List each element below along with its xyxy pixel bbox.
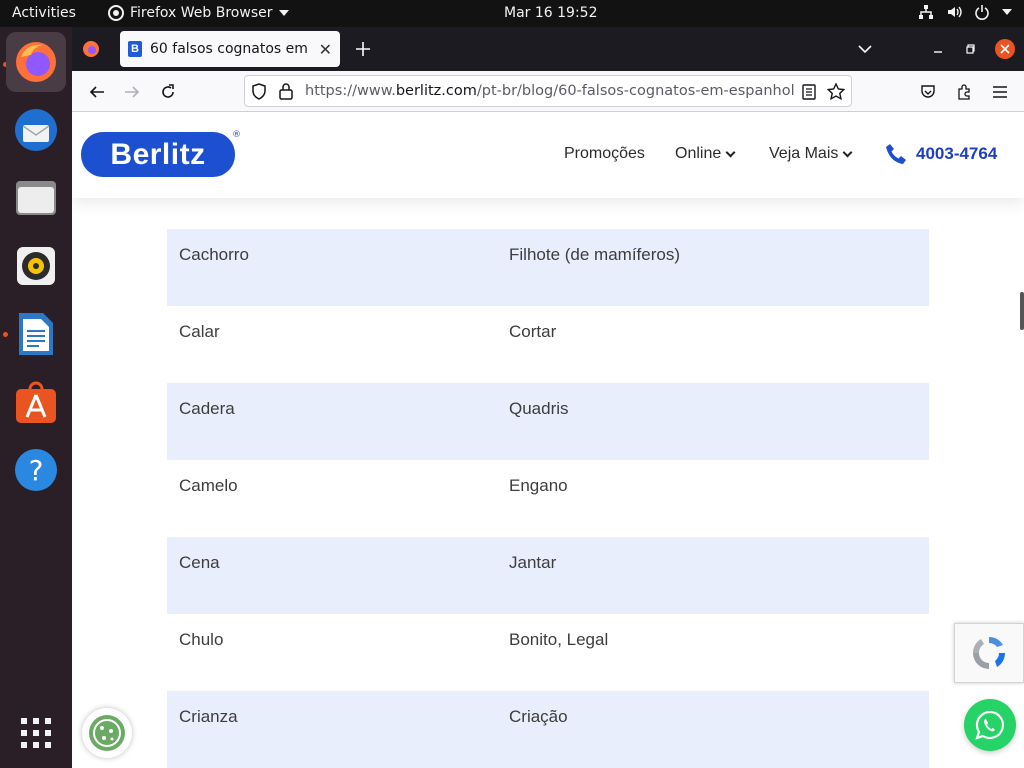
app-menu[interactable]: Firefox Web Browser — [108, 5, 289, 21]
nav-online[interactable]: Online — [675, 145, 736, 163]
clock[interactable]: Mar 16 19:52 — [504, 5, 597, 21]
spanish-cell: Cena — [179, 553, 220, 572]
portuguese-cell: Criação — [509, 707, 568, 726]
spanish-cell: Cachorro — [179, 245, 249, 264]
network-icon — [919, 5, 933, 19]
url-bar[interactable]: https://www. berlitz.com/pt-br/blog/60-fa… — [244, 75, 852, 107]
firefox-view-icon[interactable] — [78, 36, 104, 62]
minimize-icon[interactable] — [925, 36, 951, 62]
app-menu-label: Firefox Web Browser — [130, 5, 273, 21]
site-header: Berlitz ® Promoções Online Veja Mais 400… — [72, 112, 1024, 198]
berlitz-favicon-icon: B — [128, 41, 142, 57]
restore-icon[interactable] — [958, 36, 984, 62]
tab-active[interactable]: B 60 falsos cognatos em espanhol ✕ — [120, 31, 340, 67]
chevron-down-icon — [725, 147, 736, 157]
scrollbar-thumb[interactable] — [1020, 292, 1024, 330]
cookie-icon — [89, 715, 125, 751]
nav-veja-mais-label: Veja Mais — [769, 145, 839, 162]
system-top-bar: Activities Firefox Web Browser Mar 16 19… — [0, 0, 1024, 27]
dock: ? — [0, 27, 72, 768]
spanish-cell: Camelo — [179, 476, 238, 495]
hamburger-menu-icon[interactable] — [987, 79, 1013, 105]
reader-view-icon[interactable] — [796, 79, 822, 105]
navigation-toolbar: https://www. berlitz.com/pt-br/blog/60-fa… — [72, 71, 1024, 112]
show-apps-icon[interactable] — [6, 703, 66, 763]
activities-button[interactable]: Activities — [12, 5, 76, 21]
portuguese-cell: Bonito, Legal — [509, 630, 609, 649]
table-row: Chulo Bonito, Legal — [167, 614, 929, 691]
chevron-down-icon — [278, 10, 289, 16]
portuguese-cell: Jantar — [509, 553, 557, 572]
false-cognates-table: Cachorro Filhote (de mamíferos) Calar Co… — [167, 229, 929, 768]
help-icon[interactable]: ? — [6, 440, 66, 500]
nav-veja-mais[interactable]: Veja Mais — [769, 145, 853, 163]
system-menu-chevron-icon — [1002, 9, 1012, 15]
whatsapp-icon — [975, 710, 1005, 740]
spanish-cell: Crianza — [179, 707, 238, 726]
nav-promocoes[interactable]: Promoções — [564, 145, 645, 163]
portuguese-cell: Cortar — [509, 322, 557, 341]
url-path: /pt-br/blog/60-falsos-cognatos-em-espanh… — [476, 83, 795, 99]
url-domain: berlitz.com — [395, 83, 477, 99]
portuguese-cell: Filhote (de mamíferos) — [509, 245, 680, 264]
back-icon[interactable] — [84, 79, 110, 105]
spanish-cell: Calar — [179, 322, 220, 341]
thunderbird-icon[interactable] — [6, 100, 66, 160]
recaptcha-icon — [972, 636, 1006, 669]
app-center-icon[interactable] — [6, 372, 66, 432]
list-all-tabs-icon[interactable] — [852, 36, 878, 62]
spanish-cell: Cadera — [179, 399, 235, 418]
logo-registered-mark: ® — [232, 130, 241, 140]
rhythmbox-icon[interactable] — [6, 236, 66, 296]
tab-bar: B 60 falsos cognatos em espanhol ✕ — [72, 27, 1024, 71]
table-row: Crianza Criação — [167, 691, 929, 768]
lock-icon[interactable] — [279, 83, 293, 104]
files-icon[interactable] — [6, 168, 66, 228]
url-prefix: https://www. — [305, 83, 396, 99]
pocket-icon[interactable] — [915, 79, 941, 105]
reload-icon[interactable] — [155, 79, 181, 105]
forward-icon[interactable] — [119, 79, 145, 105]
libreoffice-writer-icon[interactable] — [6, 304, 66, 364]
tab-close-icon[interactable]: ✕ — [319, 40, 332, 59]
volume-icon — [948, 6, 962, 18]
window-close-icon[interactable] — [992, 36, 1018, 62]
chevron-down-icon — [842, 147, 853, 157]
tracking-protection-shield-icon[interactable] — [251, 83, 267, 104]
portuguese-cell: Quadris — [509, 399, 569, 418]
status-area[interactable] — [918, 4, 1012, 20]
table-row: Cachorro Filhote (de mamíferos) — [167, 229, 929, 306]
portuguese-cell: Engano — [509, 476, 568, 495]
nav-online-label: Online — [675, 145, 722, 162]
bookmark-star-icon[interactable] — [823, 79, 849, 105]
extensions-icon[interactable] — [951, 79, 977, 105]
power-icon — [975, 5, 989, 20]
phone-link[interactable]: 4003-4764 — [884, 142, 997, 166]
page-content: Berlitz ® Promoções Online Veja Mais 400… — [72, 112, 1024, 768]
phone-number: 4003-4764 — [916, 144, 998, 163]
svg-text:?: ? — [29, 454, 44, 487]
new-tab-icon[interactable] — [350, 36, 376, 62]
table-row: Cena Jantar — [167, 537, 929, 614]
firefox-icon[interactable] — [6, 32, 66, 92]
table-row: Cadera Quadris — [167, 383, 929, 460]
firefox-small-icon — [108, 5, 124, 21]
spanish-cell: Chulo — [179, 630, 224, 649]
table-row: Calar Cortar — [167, 306, 929, 383]
whatsapp-button[interactable] — [964, 699, 1016, 751]
recaptcha-badge[interactable] — [954, 623, 1024, 683]
phone-icon — [886, 144, 906, 164]
cookie-settings-button[interactable] — [82, 708, 132, 758]
tab-title: 60 falsos cognatos em espanhol — [150, 41, 311, 57]
table-row: Camelo Engano — [167, 460, 929, 537]
berlitz-logo[interactable]: Berlitz — [81, 132, 235, 177]
